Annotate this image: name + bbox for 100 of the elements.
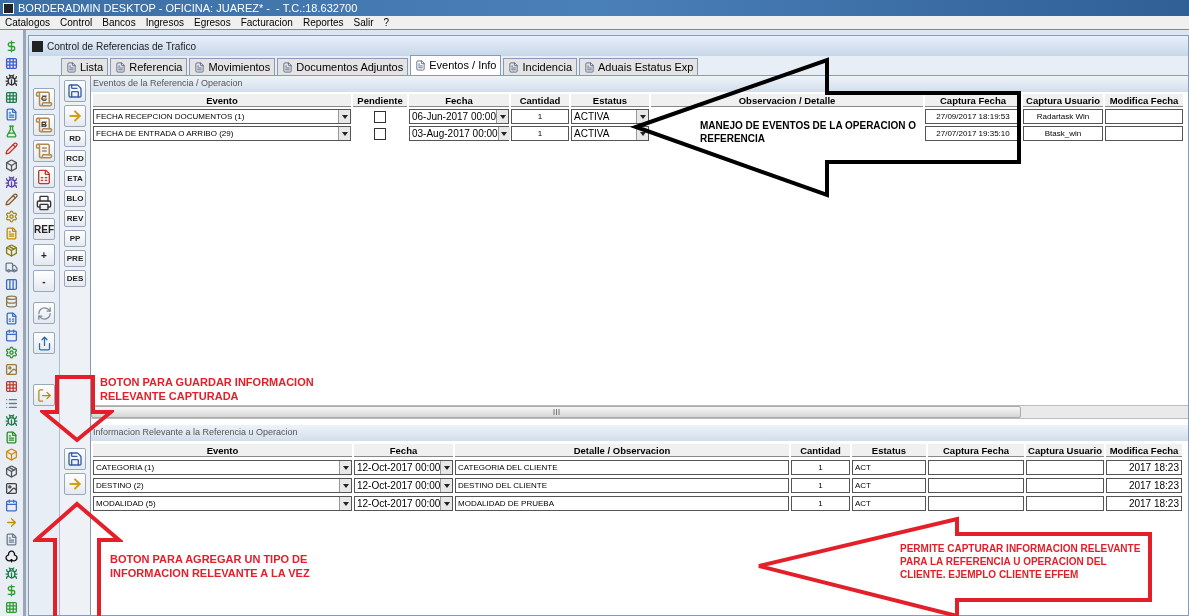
package-icon[interactable] <box>5 244 18 257</box>
club-icon[interactable] <box>5 550 18 563</box>
scroll-button[interactable]: C <box>33 88 55 110</box>
dropdown-button[interactable] <box>636 110 648 123</box>
planner-icon[interactable] <box>5 499 18 512</box>
dropdown-button[interactable] <box>497 127 510 140</box>
tab[interactable]: Aduais Estatus Exp <box>579 58 699 75</box>
dropdown-button[interactable] <box>440 461 453 474</box>
save-button[interactable] <box>64 80 86 102</box>
grid-icon[interactable] <box>5 91 18 104</box>
toolbar-button[interactable]: RCD <box>64 150 86 167</box>
menu-item[interactable]: Catalogos <box>5 17 51 28</box>
dropdown-field[interactable]: CATEGORIA (1) <box>93 460 352 475</box>
menu-item[interactable]: Ingresos <box>145 17 184 28</box>
truck-icon[interactable] <box>5 261 18 274</box>
column-header: Captura Fecha <box>928 444 1024 457</box>
print-button[interactable] <box>33 192 55 214</box>
save-button[interactable] <box>64 448 86 470</box>
dropdown-field[interactable]: FECHA RECEPCION DOCUMENTOS (1) <box>93 109 351 124</box>
dropdown-button[interactable] <box>339 479 351 492</box>
flask-icon[interactable] <box>5 125 18 138</box>
checkbox[interactable] <box>374 110 386 123</box>
caret-icon <box>341 131 348 136</box>
toolbar-button[interactable]: PP <box>64 230 86 247</box>
toolbar-button[interactable]: PRE <box>64 250 86 267</box>
box-icon[interactable] <box>5 159 18 172</box>
table-cell: DESTINO DEL CLIENTE <box>455 478 789 493</box>
menu-item[interactable]: Egresos <box>194 17 231 28</box>
refresh-button[interactable] <box>33 302 55 324</box>
dollar-icon[interactable] <box>5 584 18 597</box>
menu-item[interactable]: Facturacion <box>240 17 293 28</box>
toolbar-button[interactable]: REF <box>33 218 55 240</box>
pencil-icon[interactable] <box>5 142 18 155</box>
column-header: Captura Usuario <box>1023 94 1103 107</box>
toolbar-button[interactable]: BLO <box>64 190 86 207</box>
dropdown-button[interactable] <box>339 461 351 474</box>
report-button[interactable] <box>33 166 55 188</box>
list-icon[interactable] <box>5 397 18 410</box>
toolbar-button[interactable]: RD <box>64 130 86 147</box>
table-icon[interactable] <box>5 380 18 393</box>
toolbar-button[interactable]: + <box>33 244 55 266</box>
toolbar-button[interactable]: REV <box>64 210 86 227</box>
spreadsheet-icon[interactable] <box>5 312 18 325</box>
tab[interactable]: Documentos Adjuntos <box>277 58 409 75</box>
export-button[interactable] <box>33 332 55 354</box>
tab[interactable]: Movimientos <box>189 58 276 75</box>
tab[interactable]: Referencia <box>110 58 188 75</box>
dropdown-field[interactable]: FECHA DE ENTRADA O ARRIBO (29) <box>93 126 351 141</box>
tab[interactable]: Lista <box>61 58 109 75</box>
scroll-icon <box>35 90 53 108</box>
document-icon[interactable] <box>5 108 18 121</box>
column-header: Fecha <box>409 94 509 107</box>
tab[interactable]: Incidencia <box>503 58 578 75</box>
dropdown-field[interactable]: ACTIVA <box>571 126 649 141</box>
dropdown-field[interactable]: 06-Jun-2017 00:00 <box>409 109 509 124</box>
dropdown-field[interactable]: ACTIVA <box>571 109 649 124</box>
insect-icon[interactable] <box>5 414 18 427</box>
scroll-button[interactable]: B <box>33 114 55 136</box>
callout-text: PERMITE CAPTURAR INFORMACION RELEVANTE PARA LA REFERENCIA U OPERACION DEL CLIENTE. EJEMPLO CLIENTE EFFEM <box>900 542 1142 581</box>
menu-item[interactable]: ? <box>383 17 390 28</box>
dropdown-field[interactable]: 12-Oct-2017 00:00 <box>354 496 453 511</box>
gear-icon[interactable] <box>5 210 18 223</box>
dropdown-button[interactable] <box>338 127 350 140</box>
scroll-button[interactable] <box>33 140 55 162</box>
panel-header: Eventos de la Referencia / Operacion <box>91 76 1188 92</box>
scrollbar-thumb[interactable] <box>91 406 1021 418</box>
menu-item[interactable]: Salir <box>353 17 374 28</box>
dropdown-field[interactable]: 12-Oct-2017 00:00 <box>354 460 453 475</box>
toolbar-button[interactable]: - <box>33 270 55 292</box>
table-cell: MODALIDAD DE PRUEBA <box>455 496 789 511</box>
dropdown-button[interactable] <box>338 110 350 123</box>
table-cell: Btask_win <box>1023 126 1103 141</box>
menu-item[interactable]: Bancos <box>102 17 136 28</box>
dropdown-button[interactable] <box>339 497 351 510</box>
menu-item[interactable]: Reportes <box>302 17 344 28</box>
image-icon[interactable] <box>5 363 18 376</box>
toolbar-button[interactable]: ETA <box>64 170 86 187</box>
toolbar-button[interactable]: DES <box>64 270 86 287</box>
export-icon <box>36 335 52 351</box>
dropdown-field[interactable]: DESTINO (2) <box>93 478 352 493</box>
pages-icon[interactable] <box>5 227 18 240</box>
dropdown-button[interactable] <box>440 497 453 510</box>
database-icon[interactable] <box>5 295 18 308</box>
dropdown-field[interactable]: 03-Aug-2017 00:00 <box>409 126 509 141</box>
report-icon[interactable] <box>5 533 18 546</box>
menu-item[interactable]: Control <box>60 17 93 28</box>
dropdown-field[interactable]: MODALIDAD (5) <box>93 496 352 511</box>
tab[interactable]: Eventos / Info <box>410 55 502 75</box>
dropdown-button[interactable] <box>496 110 508 123</box>
dropdown-field[interactable]: 12-Oct-2017 00:00 <box>354 478 453 493</box>
table-cell: 2017 18:23 <box>1106 460 1182 475</box>
sheet-icon[interactable] <box>5 431 18 444</box>
calendar-icon[interactable] <box>5 329 18 342</box>
cube-icon[interactable] <box>5 448 18 461</box>
dropdown-button[interactable] <box>440 479 453 492</box>
exit-button[interactable] <box>33 384 55 406</box>
photo-icon[interactable] <box>5 482 18 495</box>
bug-icon[interactable] <box>5 74 18 87</box>
cog-icon[interactable] <box>5 346 18 359</box>
checkbox[interactable] <box>374 127 386 140</box>
